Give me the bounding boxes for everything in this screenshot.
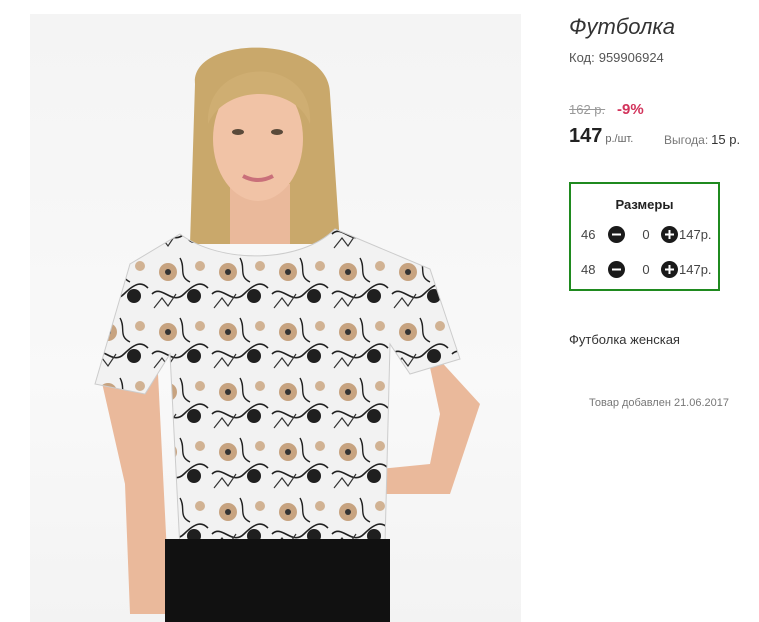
old-price: 162 р.: [569, 102, 606, 117]
model-illustration: [94, 47, 480, 622]
added-date: Товар добавлен 21.06.2017: [589, 397, 730, 409]
size-row-46: 46 0 147р.: [581, 225, 716, 245]
decrease-button[interactable]: [608, 226, 625, 243]
price-value: 147: [569, 125, 603, 147]
size-price: 147р.: [679, 262, 712, 277]
size-row-48: 48 0 147р.: [581, 260, 716, 280]
minus-icon: [612, 233, 621, 236]
sizes-title: Размеры: [615, 197, 674, 212]
discount-badge: -9%: [617, 101, 644, 118]
current-price: 147 р./шт.: [569, 125, 633, 148]
increase-button[interactable]: [661, 226, 678, 243]
decrease-button[interactable]: [608, 261, 625, 278]
product-description: Футболка женская: [569, 332, 680, 347]
product-code-value: 959906924: [598, 50, 664, 65]
sizes-panel: Размеры 46 0 147р. 48 0 147р.: [569, 182, 720, 291]
quantity-value[interactable]: 0: [636, 262, 656, 277]
plus-icon: [665, 265, 674, 274]
benefit-label: Выгода:: [664, 133, 709, 147]
product-code: Код: 959906924: [569, 50, 664, 65]
increase-button[interactable]: [661, 261, 678, 278]
minus-icon: [612, 268, 621, 271]
benefit: Выгода: 15 р.: [664, 131, 740, 149]
size-price: 147р.: [679, 227, 712, 242]
price-unit: р./шт.: [605, 133, 634, 145]
size-label: 46: [581, 227, 596, 242]
benefit-value: 15 р.: [711, 132, 741, 147]
product-title: Футболка: [569, 14, 675, 39]
quantity-value[interactable]: 0: [636, 227, 656, 242]
plus-icon: [665, 230, 674, 239]
size-label: 48: [581, 262, 596, 277]
product-code-label: Код:: [569, 50, 595, 65]
product-photo[interactable]: [30, 14, 521, 622]
